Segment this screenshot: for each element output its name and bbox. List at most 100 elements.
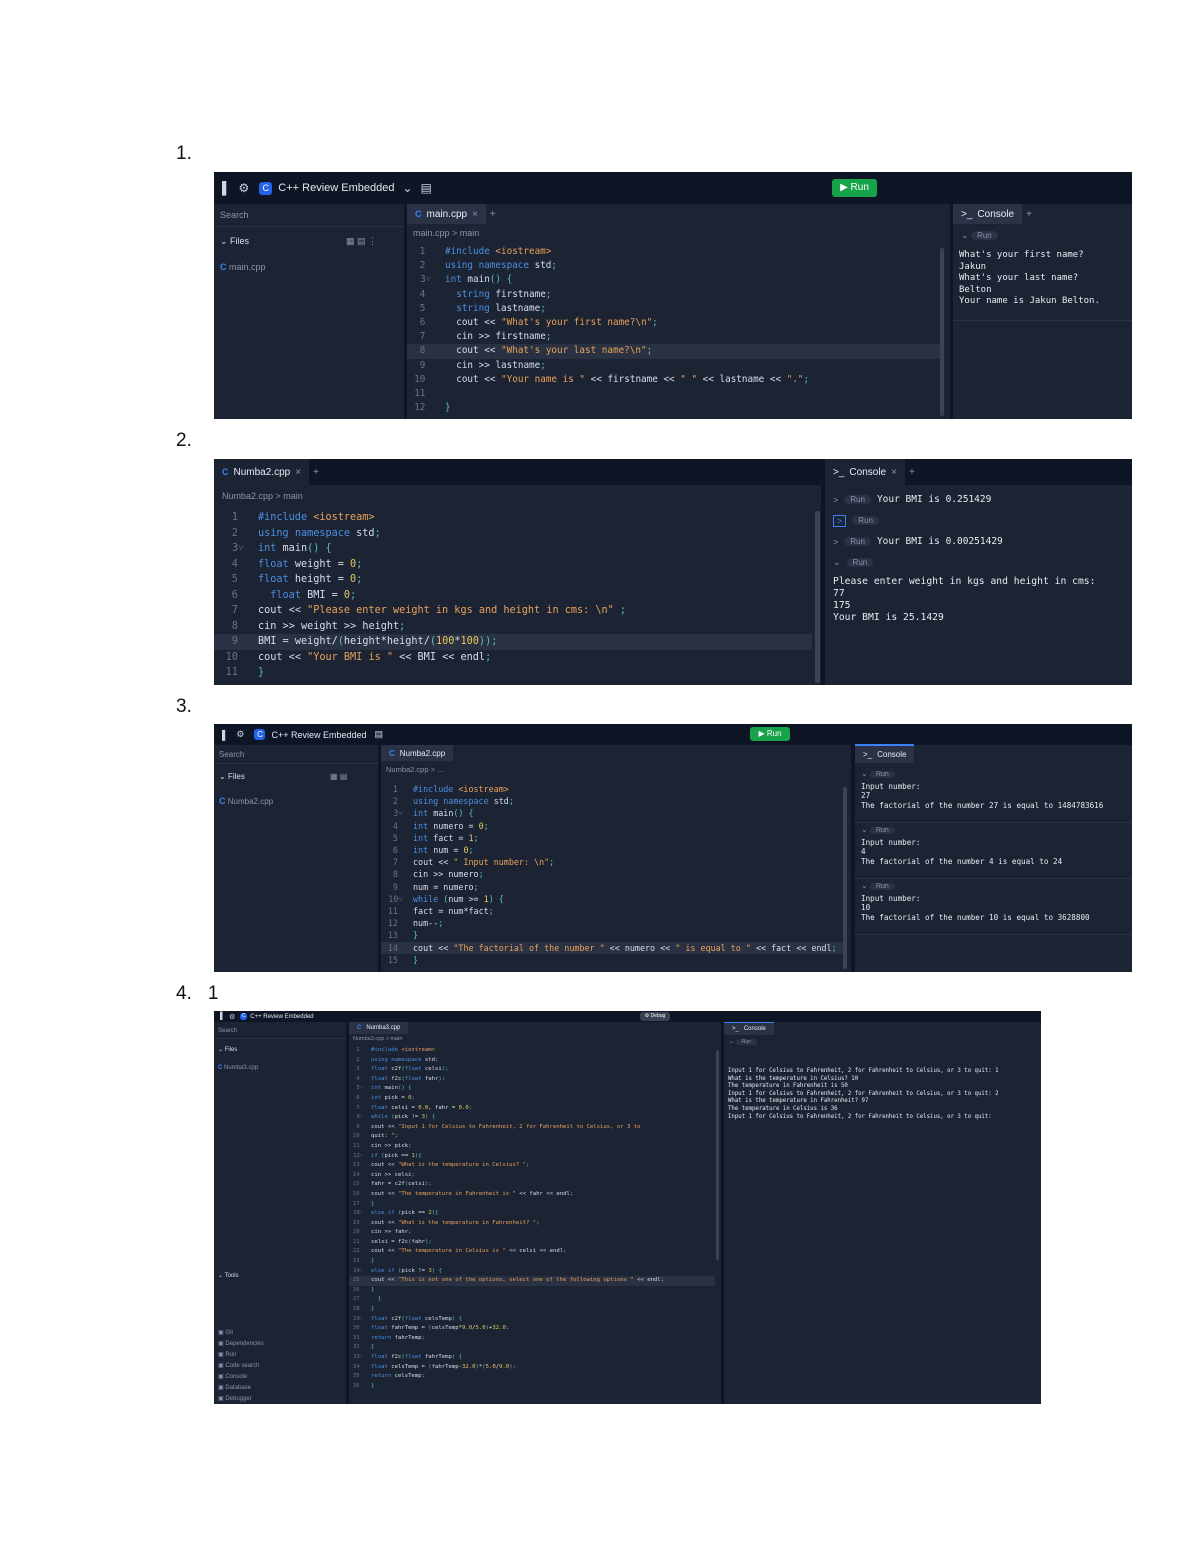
tools-header[interactable]: ⌄ Tools [218,1272,239,1279]
history-icon[interactable]: ▤ [421,181,432,195]
code-line: 29˅ float c2f(float celsTemp) { [349,1315,715,1325]
debug-button[interactable]: ⚙ Debug [640,1012,670,1021]
new-file-icon[interactable]: ▦ ▤ ⋮ [346,236,377,247]
run-entry[interactable]: > Run Your BMI is 0.00251429 [833,531,1003,552]
step-number: 4. 1 [176,983,219,1004]
tab-main-cpp[interactable]: Cmain.cpp × [407,204,486,224]
run-entry[interactable]: ⌄ Run [833,552,1003,573]
search-input[interactable]: Search [219,750,244,759]
code-text: float f2c(float fahrTemp) { [371,1354,462,1360]
line-number: 3˅ [393,808,403,819]
sidebar-toggle-icon[interactable]: ▌ [222,181,231,195]
chevron-right-icon[interactable]: > [833,537,838,547]
tool-item[interactable]: ▣ Dependencies [218,1339,264,1350]
run-entry[interactable]: ⌄ Run [861,881,1126,890]
code-line: 33˅ float f2c(float fahrTemp) { [349,1353,715,1363]
run-entry[interactable]: ⌄ Run [961,230,998,241]
code-area[interactable]: 1 #include <iostream> 2 using namespace s… [214,510,812,681]
tab-numba3[interactable]: C Numba3.cpp [349,1022,409,1034]
code-text: while (num >= 1) { [413,893,504,904]
tool-item[interactable]: ▣ Console [218,1372,264,1383]
run-entry[interactable]: > Run Your BMI is 0.251429 [833,489,1003,510]
search-input[interactable]: Search [220,210,249,220]
file-item[interactable]: C Numba3.cpp [218,1065,258,1071]
run-entry[interactable]: ⌄ Run [861,769,1126,778]
close-icon[interactable]: × [295,467,301,478]
breadcrumb: Numba2.cpp > ... [386,765,444,774]
scrollbar[interactable] [815,511,820,683]
new-file-icon[interactable]: ▦ ▤ [330,772,347,781]
code-line: 1 #include <iostream> [381,783,845,795]
add-tab-icon[interactable]: + [490,209,496,220]
tab-console[interactable]: >_ Console [953,204,1023,224]
files-header[interactable]: ⌄ Files [218,1046,237,1053]
sidebar-toggle-icon[interactable]: ▌ [222,730,228,740]
run-entry[interactable]: > Run [833,510,1003,531]
line-number: 6 [231,589,244,601]
tab-console[interactable]: >_ Console [724,1021,774,1035]
files-header[interactable]: ⌄ Files [220,236,249,247]
workspace-title[interactable]: C++ Review Embedded [250,1014,313,1020]
code-line: 6 cout << "What's your first name?\n"; [407,316,942,330]
code-area[interactable]: 1 #include <iostream> 2 using namespace s… [381,783,845,966]
run-entry[interactable]: ⌄ Run [861,825,1126,834]
code-area[interactable]: 1 #include <iostream> 2 using namespace s… [349,1046,715,1391]
chevron-down-icon[interactable]: ⌄ [402,181,412,195]
code-area[interactable]: 1 #include <iostream> 2 using namespace s… [407,245,942,415]
file-item[interactable]: C main.cpp [220,262,266,272]
tab-numba2[interactable]: C Numba2.cpp × [214,459,310,485]
code-text: float celsTemp = (fahrTemp-32.0)*(5.0/9.… [371,1363,516,1370]
chevron-right-icon[interactable]: > [833,495,838,505]
code-line: 9 cout << "Input 1 for Celsius to Fahren… [349,1123,715,1133]
tool-item[interactable]: ▣ Run [218,1350,264,1361]
line-number: 14 [352,1171,363,1178]
scrollbar[interactable] [843,787,847,969]
search-input[interactable]: Search [218,1028,237,1034]
tool-item[interactable]: ▣ Debugger [218,1394,264,1404]
code-text: cin >> fahr; [371,1229,412,1236]
tab-console[interactable]: >_ Console × [825,459,905,485]
add-tab-icon[interactable]: + [313,467,319,478]
scrollbar[interactable] [940,248,944,416]
tool-item[interactable]: ▣ Git [218,1328,264,1339]
console-line: Input number: [861,838,921,847]
add-tab-icon[interactable]: + [1026,209,1032,220]
sidebar-toggle-icon[interactable]: ▌ [220,1013,225,1020]
line-number: 7 [356,1104,363,1111]
tab-console[interactable]: >_ Console [855,744,915,763]
workspace-menu-icon[interactable]: ⚙ [239,181,250,195]
workspace-menu-icon[interactable]: ⚙ [236,729,244,740]
code-line: 7 cout << "Please enter weight in kgs an… [214,603,812,619]
code-line: 20 cin >> fahr; [349,1228,715,1238]
run-button[interactable]: ▶ Run [832,179,877,197]
code-line: 10 cout << "Your BMI is " << BMI << endl… [214,650,812,666]
code-text: cin >> lastname; [456,359,546,371]
line-number: 3˅ [420,274,431,286]
workspace-title[interactable]: C++ Review Embedded [278,182,394,194]
console-line: Input 1 for Celsius to Fahrenheit, 2 for… [728,1068,999,1074]
history-icon[interactable]: ▤ [375,729,384,740]
line-number: 13 [387,930,403,941]
tool-item[interactable]: ▣ Code search [218,1361,264,1372]
close-icon[interactable]: × [891,467,897,478]
chevron-right-icon[interactable]: > [833,514,847,527]
run-button[interactable]: ▶ Run [750,727,790,741]
file-item[interactable]: C Numba2.cpp [219,796,273,806]
screenshot-3: ▌ ⚙ C C++ Review Embedded ▤ ▶ Run Search… [214,724,1132,972]
line-number: 15 [352,1181,363,1188]
chevron-down-icon[interactable]: ⌄ [833,557,841,568]
workspace-title[interactable]: C++ Review Embedded [271,730,366,740]
code-line: 22 cout << "The temperature in Celsius i… [349,1247,715,1257]
workspace-menu-icon[interactable]: ⚙ [229,1013,235,1021]
code-text: cin >> pick; [371,1142,412,1149]
close-icon[interactable]: × [472,209,478,220]
tab-numba2[interactable]: C Numba2.cpp [381,745,454,761]
add-tab-icon[interactable]: + [909,467,915,478]
run-entry[interactable]: ⌄ Run [729,1038,757,1045]
code-text: return celsTemp; [371,1373,425,1380]
code-text: cin >> celsi; [371,1171,415,1178]
code-line: 2 using namespace std; [214,526,812,542]
files-header[interactable]: ⌄ Files [219,772,245,781]
tool-item[interactable]: ▣ Database [218,1383,264,1394]
scrollbar[interactable] [716,1050,719,1260]
